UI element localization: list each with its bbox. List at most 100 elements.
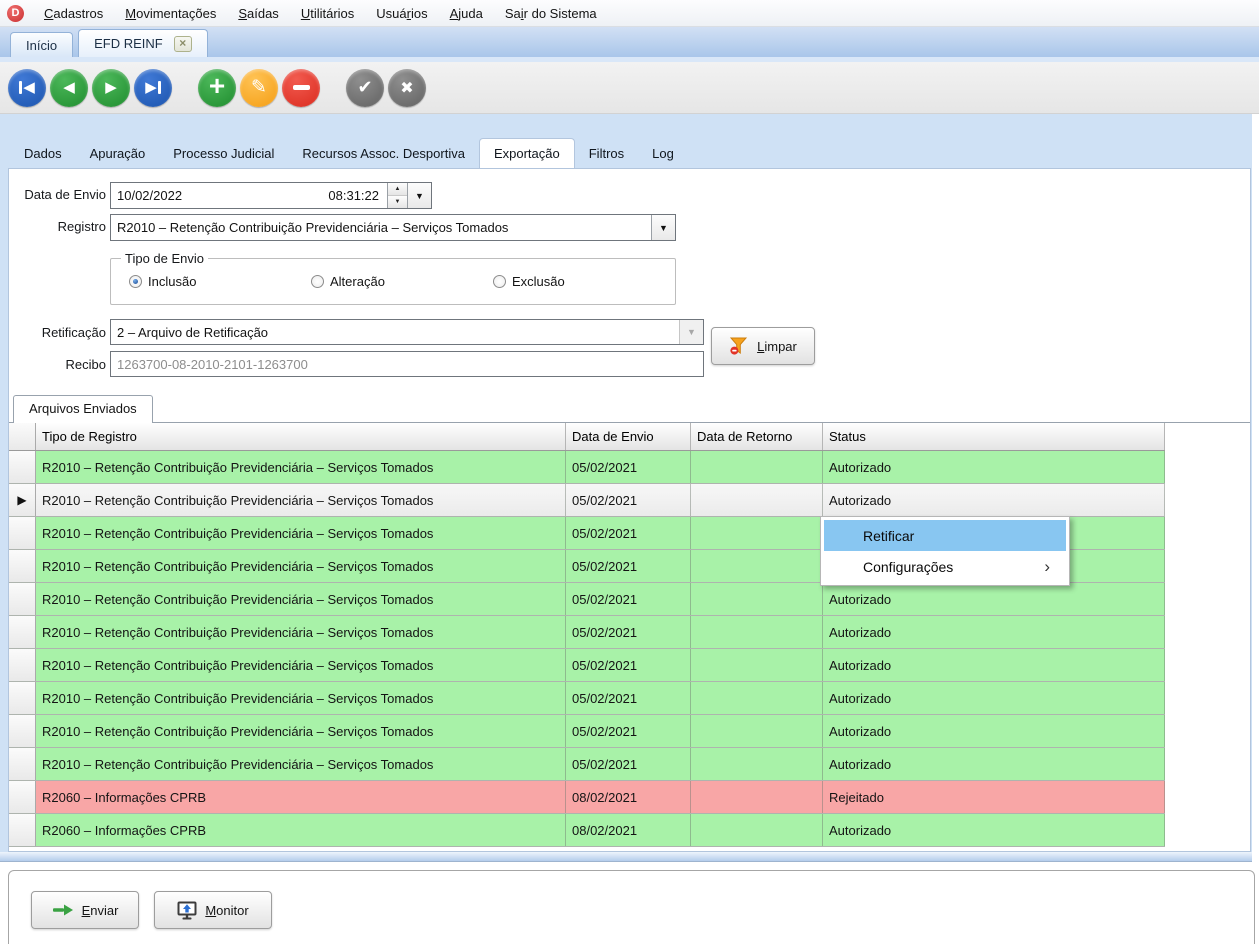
radio-option[interactable]: Alteração — [311, 274, 493, 289]
column-header-tipo-registro[interactable]: Tipo de Registro — [36, 423, 566, 450]
cell-data-retorno — [691, 484, 823, 516]
radio-label: Exclusão — [512, 274, 565, 289]
cell-tipo-registro: R2010 – Retenção Contribuição Previdenci… — [36, 583, 566, 615]
menubar-item[interactable]: Saídas — [227, 2, 289, 25]
menubar-item[interactable]: Cadastros — [33, 2, 114, 25]
data-envio-label: Data de Envio — [9, 187, 106, 202]
row-marker-cell — [9, 814, 36, 846]
cell-status: Autorizado — [823, 616, 1165, 648]
table-row[interactable]: R2010 – Retenção Contribuição Previdenci… — [9, 748, 1165, 781]
cell-data-envio: 05/02/2021 — [566, 682, 691, 714]
menubar-item[interactable]: Movimentações — [114, 2, 227, 25]
column-header-data-retorno[interactable]: Data de Retorno — [691, 423, 823, 450]
table-row[interactable]: R2010 – Retenção Contribuição Previdenci… — [9, 649, 1165, 682]
time-value: 08:31:22 — [322, 188, 387, 203]
column-header-status[interactable]: Status — [823, 423, 1165, 450]
send-arrow-icon — [52, 904, 74, 916]
context-menu: Retificar Configurações › — [820, 516, 1070, 586]
context-menu-item[interactable]: Retificar — [824, 520, 1066, 551]
submenu-arrow-icon: › — [1044, 558, 1050, 575]
close-tab-icon[interactable]: × — [174, 36, 192, 52]
page-tab[interactable]: Recursos Assoc. Desportiva — [288, 139, 479, 168]
cell-data-envio: 05/02/2021 — [566, 748, 691, 780]
page-tab[interactable]: Exportação — [479, 138, 575, 168]
retificacao-combobox[interactable]: 2 – Arquivo de Retificação ▼ — [110, 319, 704, 345]
edit-record-button[interactable]: ✎ — [240, 69, 278, 107]
cancel-button[interactable]: ✖ — [388, 69, 426, 107]
table-row[interactable]: ▶ R2010 – Retenção Contribuição Previden… — [9, 484, 1165, 517]
tab-arquivos-enviados[interactable]: Arquivos Enviados — [13, 395, 153, 423]
row-marker-cell — [9, 517, 36, 549]
table-row[interactable]: R2010 – Retenção Contribuição Previdenci… — [9, 715, 1165, 748]
enviar-button[interactable]: Enviar — [31, 891, 139, 929]
row-marker-cell — [9, 451, 36, 483]
menubar-item[interactable]: Utilitários — [290, 2, 365, 25]
table-row[interactable]: R2010 – Retenção Contribuição Previdenci… — [9, 616, 1165, 649]
data-envio-field[interactable]: 10/02/2022 08:31:22 ▲ ▼ ▼ — [110, 182, 432, 209]
calendar-dropdown-icon[interactable]: ▼ — [407, 183, 431, 208]
nav-first-button[interactable]: ◀ — [8, 69, 46, 107]
delete-record-button[interactable] — [282, 69, 320, 107]
menubar-item[interactable]: Usuários — [365, 2, 438, 25]
window-tab-label: Início — [26, 38, 57, 53]
row-marker-cell — [9, 583, 36, 615]
column-header-data-envio[interactable]: Data de Envio — [566, 423, 691, 450]
page-tabstrip: Dados Apuração Processo Judicial Recurso… — [10, 136, 688, 168]
confirm-button[interactable]: ✔ — [346, 69, 384, 107]
menubar-item[interactable]: Sair do Sistema — [494, 2, 608, 25]
row-marker-cell — [9, 649, 36, 681]
window-tabbar: Início EFD REINF × — [0, 27, 1259, 62]
radio-option[interactable]: Exclusão — [493, 274, 675, 289]
monitor-button[interactable]: Monitor — [154, 891, 272, 929]
add-record-button[interactable]: + — [198, 69, 236, 107]
table-row[interactable]: R2010 – Retenção Contribuição Previdenci… — [9, 682, 1165, 715]
tipo-envio-group: Tipo de Envio Inclusão Alteração — [110, 251, 676, 305]
page-tab[interactable]: Apuração — [76, 139, 160, 168]
monitor-upload-icon — [177, 901, 197, 920]
cell-tipo-registro: R2060 – Informações CPRB — [36, 814, 566, 846]
cell-data-envio: 05/02/2021 — [566, 715, 691, 747]
nav-next-button[interactable]: ▶ — [92, 69, 130, 107]
filter-clear-icon — [729, 336, 749, 356]
radio-icon — [493, 275, 506, 288]
nav-last-button[interactable]: ▶ — [134, 69, 172, 107]
cell-data-retorno — [691, 748, 823, 780]
page-tab[interactable]: Filtros — [575, 139, 638, 168]
cell-data-envio: 05/02/2021 — [566, 649, 691, 681]
window-tab-inicio[interactable]: Início — [10, 32, 73, 57]
row-marker-cell — [9, 781, 36, 813]
page-tab[interactable]: Processo Judicial — [159, 139, 288, 168]
registro-combobox[interactable]: R2010 – Retenção Contribuição Previdenci… — [110, 214, 676, 241]
table-row[interactable]: R2060 – Informações CPRB 08/02/2021 Auto… — [9, 814, 1165, 847]
page-tab[interactable]: Dados — [10, 139, 76, 168]
cell-tipo-registro: R2010 – Retenção Contribuição Previdenci… — [36, 484, 566, 516]
chevron-down-icon[interactable]: ▼ — [651, 215, 675, 240]
cell-data-retorno — [691, 517, 823, 549]
cell-tipo-registro: R2010 – Retenção Contribuição Previdenci… — [36, 616, 566, 648]
cell-tipo-registro: R2060 – Informações CPRB — [36, 781, 566, 813]
table-row[interactable]: R2060 – Informações CPRB 08/02/2021 Reje… — [9, 781, 1165, 814]
context-menu-item[interactable]: Configurações › — [824, 551, 1066, 582]
cell-data-retorno — [691, 814, 823, 846]
spin-up-icon[interactable]: ▲ — [388, 183, 407, 196]
cell-data-retorno — [691, 616, 823, 648]
row-marker-cell: ▶ — [9, 484, 36, 516]
cell-tipo-registro: R2010 – Retenção Contribuição Previdenci… — [36, 748, 566, 780]
limpar-button[interactable]: Limpar — [711, 327, 815, 365]
cell-status: Autorizado — [823, 649, 1165, 681]
recibo-field[interactable]: 1263700-08-2010-2101-1263700 — [110, 351, 704, 377]
table-row[interactable]: R2010 – Retenção Contribuição Previdenci… — [9, 451, 1165, 484]
panel-bottom-strip — [0, 852, 1252, 862]
spin-down-icon[interactable]: ▼ — [388, 196, 407, 208]
registro-value: R2010 – Retenção Contribuição Previdenci… — [111, 220, 508, 235]
cell-data-retorno — [691, 682, 823, 714]
page-tab[interactable]: Log — [638, 139, 688, 168]
cell-status: Autorizado — [823, 715, 1165, 747]
table-row[interactable]: R2010 – Retenção Contribuição Previdenci… — [9, 583, 1165, 616]
cell-status: Autorizado — [823, 682, 1165, 714]
menubar-item[interactable]: Ajuda — [439, 2, 494, 25]
cell-status: Autorizado — [823, 484, 1165, 516]
window-tab-efd-reinf[interactable]: EFD REINF × — [78, 29, 208, 57]
nav-previous-button[interactable]: ◀ — [50, 69, 88, 107]
radio-option[interactable]: Inclusão — [129, 274, 311, 289]
